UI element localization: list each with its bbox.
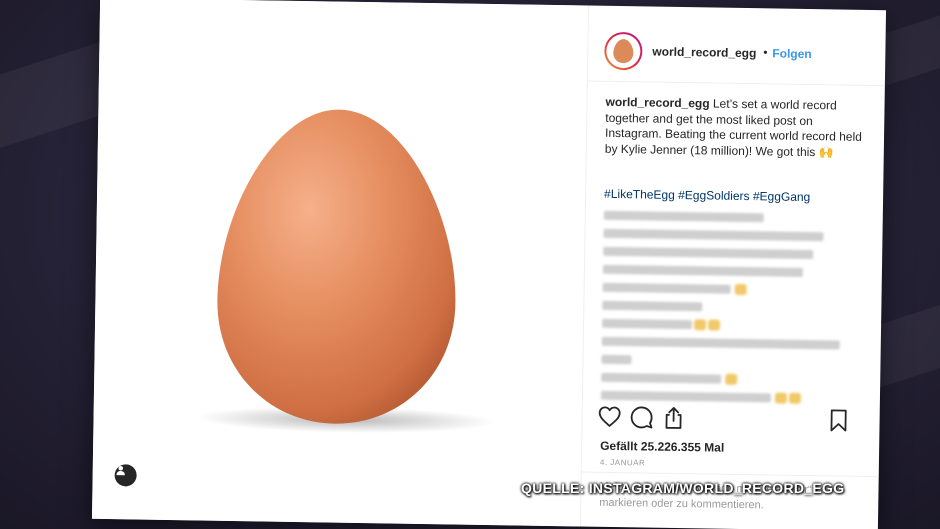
header-username-link[interactable]: world_record_egg: [652, 45, 756, 61]
blurred-comment-line: [603, 210, 764, 223]
post-sidebar: world_record_egg • Folgen world_record_e…: [579, 5, 887, 529]
blurred-comment-line: [601, 372, 722, 384]
user-tag-icon: [116, 465, 125, 476]
egg-photo: [195, 109, 496, 433]
share-icon[interactable]: [660, 405, 686, 431]
blurred-comment-line: [602, 282, 731, 294]
blurred-comment-line: [602, 318, 693, 330]
blurred-comment-line: [602, 300, 703, 312]
egg-shape: [217, 109, 456, 424]
bookmark-icon[interactable]: [825, 407, 851, 433]
post-header: world_record_egg • Folgen: [587, 5, 887, 87]
blurred-comment-line: [601, 354, 632, 365]
blurred-emoji: [788, 392, 802, 404]
heart-icon[interactable]: [596, 404, 622, 430]
hashtag-link[interactable]: #EggSoldiers: [678, 188, 750, 203]
blurred-emoji: [725, 373, 738, 385]
egg-avatar-icon: [613, 39, 634, 64]
blurred-comment-line: [601, 336, 840, 350]
instagram-post-card: world_record_egg • Folgen world_record_e…: [91, 0, 887, 529]
post-photo: [91, 0, 589, 527]
source-credit-overlay: QUELLE: INSTAGRAM/WORLD_RECORD_EGG: [521, 480, 845, 496]
hashtag-list: #LikeTheEgg #EggSoldiers #EggGang: [604, 187, 810, 204]
follow-button[interactable]: Folgen: [772, 46, 812, 61]
blurred-comment-line: [603, 228, 824, 242]
blurred-comment-line: [600, 390, 772, 403]
blurred-emoji: [774, 392, 788, 404]
hashtag-link[interactable]: #LikeTheEgg: [604, 187, 675, 202]
avatar[interactable]: [604, 31, 643, 71]
login-prompt-line: markieren oder zu kommentieren.: [599, 496, 764, 512]
post-caption: world_record_egg Let’s set a world recor…: [605, 95, 872, 161]
blurred-emoji: [707, 319, 721, 331]
blurred-comment-line: [602, 264, 803, 277]
post-date: 4. JANUAR: [599, 457, 646, 468]
caption-username-link[interactable]: world_record_egg: [605, 95, 709, 111]
hashtag-link[interactable]: #EggGang: [753, 189, 811, 204]
blurred-comment-line: [603, 246, 814, 260]
header-separator: •: [763, 45, 768, 60]
blurred-emoji: [693, 319, 707, 331]
comment-bubble-icon[interactable]: [628, 404, 654, 430]
blurred-emoji: [734, 283, 747, 296]
action-bar: [582, 403, 880, 438]
like-count[interactable]: Gefällt 25.226.355 Mal: [600, 439, 724, 455]
